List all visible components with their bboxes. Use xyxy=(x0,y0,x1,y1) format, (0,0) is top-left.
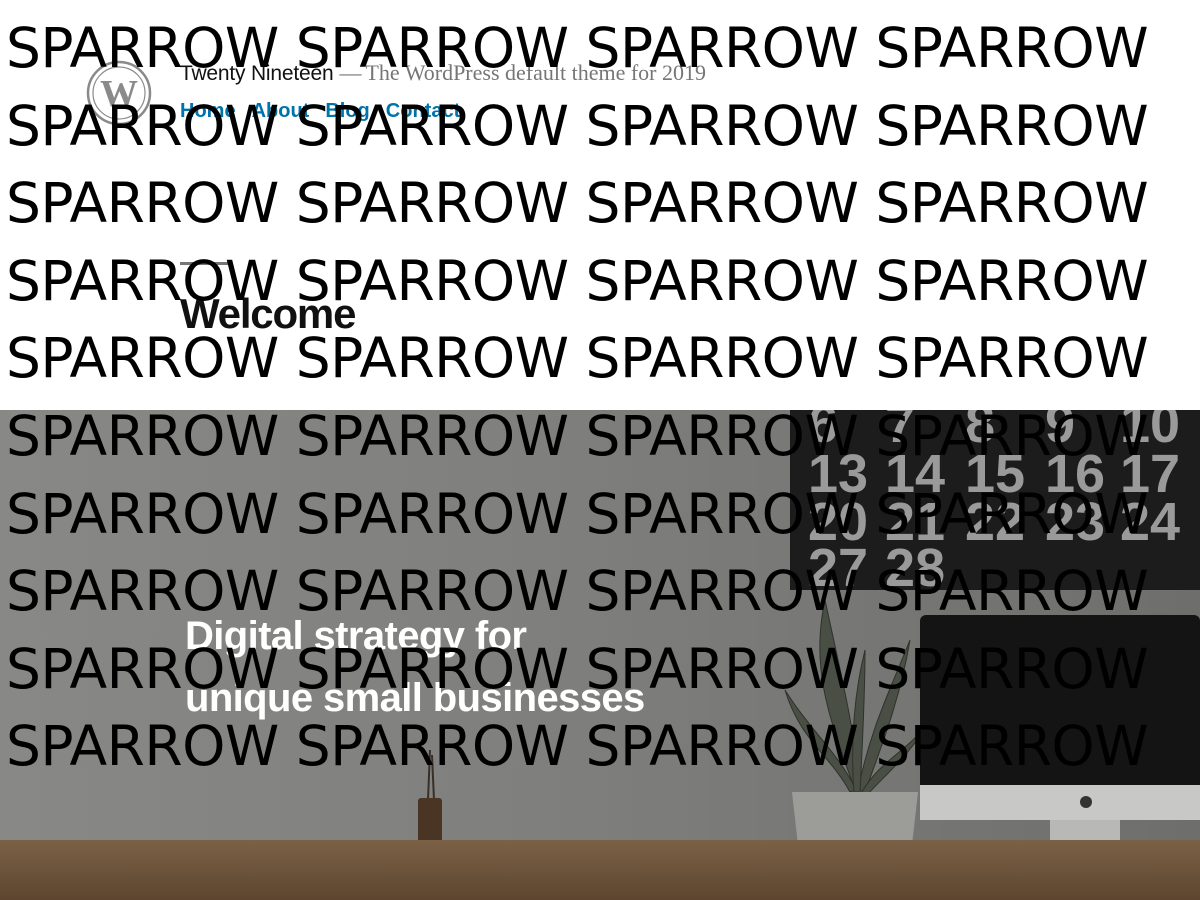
site-branding: Twenty Nineteen — The WordPress default th… xyxy=(180,60,706,86)
wordpress-logo-icon[interactable]: W xyxy=(86,60,152,126)
cal-num-23: 23 xyxy=(1045,492,1105,552)
watermark-row: SPARROW SPARROW SPARROW SPARROW xyxy=(6,171,1149,236)
cover-block: 6 7 8 9 10 13 14 15 16 17 20 21 22 23 24… xyxy=(0,410,1200,900)
title-separator: — xyxy=(339,60,362,85)
cal-num-22: 22 xyxy=(965,492,1025,552)
nav-item-contact[interactable]: Contact xyxy=(386,100,460,123)
wordpress-logo-svg: W xyxy=(86,60,152,126)
watermark-row: SPARROW SPARROW SPARROW SPARROW xyxy=(6,93,1149,158)
main-navigation: Home About Blog Contact xyxy=(180,100,460,123)
cover-heading: Digital strategy for unique small busine… xyxy=(185,605,645,729)
nav-item-home[interactable]: Home xyxy=(180,100,236,123)
watermark-row: SPARROW SPARROW SPARROW SPARROW xyxy=(6,326,1149,391)
watermark-row: SPARROW SPARROW SPARROW SPARROW xyxy=(6,248,1149,313)
desk-surface xyxy=(0,840,1200,900)
nav-item-blog[interactable]: Blog xyxy=(325,100,369,123)
cover-heading-line-2: unique small businesses xyxy=(185,676,645,720)
cover-heading-line-1: Digital strategy for xyxy=(185,614,527,658)
title-divider xyxy=(180,262,228,265)
svg-text:W: W xyxy=(100,73,138,115)
site-description: The WordPress default theme for 2019 xyxy=(365,60,707,85)
site-title[interactable]: Twenty Nineteen xyxy=(180,62,334,86)
cal-num-24: 24 xyxy=(1120,492,1180,552)
entry-title: Welcome xyxy=(180,290,356,337)
page: W Twenty Nineteen — The WordPress default … xyxy=(0,0,1200,900)
calendar-poster: 6 7 8 9 10 13 14 15 16 17 20 21 22 23 24… xyxy=(790,410,1200,590)
diffuser-bottle xyxy=(418,750,442,846)
nav-item-about[interactable]: About xyxy=(252,100,310,123)
